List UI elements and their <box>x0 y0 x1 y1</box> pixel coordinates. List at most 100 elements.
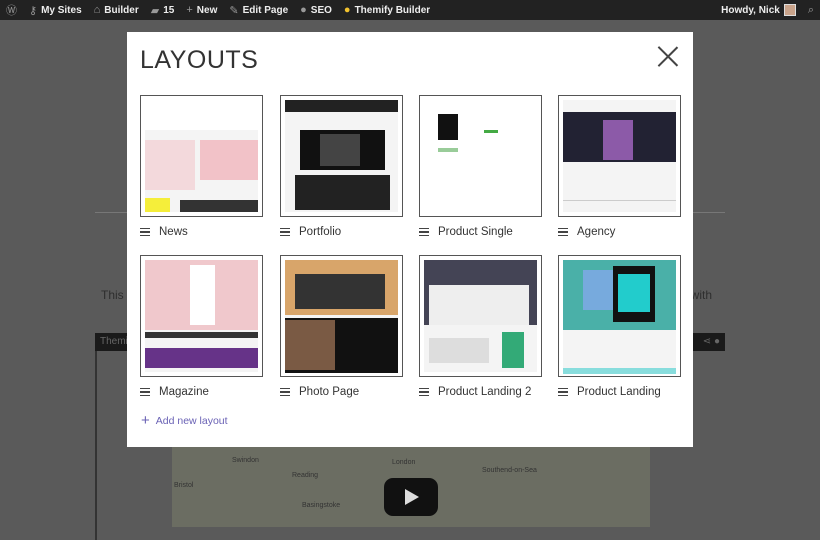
layout-thumbnail[interactable] <box>140 95 263 217</box>
thumbnail-block <box>145 332 258 338</box>
thumbnail-block <box>438 114 458 140</box>
layout-label: Product Landing <box>577 386 661 398</box>
map-label: Reading <box>292 472 319 479</box>
layout-item-product-single[interactable]: Product Single <box>419 95 543 238</box>
layout-item-product-landing[interactable]: Product Landing <box>558 255 682 398</box>
thumbnail-block <box>145 140 195 190</box>
layout-item-portfolio[interactable]: Portfolio <box>280 95 404 238</box>
layout-label-row: Photo Page <box>280 386 404 398</box>
layout-item-product-landing-2[interactable]: Product Landing 2 <box>419 255 543 398</box>
thumbnail-block <box>145 198 170 212</box>
thumbnail-block <box>484 130 498 133</box>
layout-thumbnail[interactable] <box>419 255 542 377</box>
layout-label: Product Landing 2 <box>438 386 532 398</box>
modal-title: LAYOUTS <box>140 46 259 74</box>
map-label: London <box>392 459 416 466</box>
layout-label: Magazine <box>159 386 209 398</box>
admin-bar-seo[interactable]: ● SEO <box>294 0 338 20</box>
circle-icon: ● <box>300 4 307 16</box>
menu-icon[interactable] <box>280 388 290 396</box>
menu-icon[interactable] <box>558 228 568 236</box>
layout-thumbnail[interactable] <box>280 95 403 217</box>
comment-icon: ▰ <box>150 4 160 17</box>
layout-label-row: Product Landing 2 <box>419 386 543 398</box>
thumbnail-block <box>180 200 258 212</box>
layout-item-photo-page[interactable]: Photo Page <box>280 255 404 398</box>
menu-icon[interactable] <box>419 388 429 396</box>
layout-label-row: News <box>140 226 264 238</box>
layout-thumbnail[interactable] <box>558 255 681 377</box>
admin-bar-comments[interactable]: ▰ 15 <box>145 0 181 20</box>
map-label: Bristol <box>174 482 194 489</box>
layout-thumbnail[interactable] <box>558 95 681 217</box>
key-icon: ⚷ <box>29 4 38 17</box>
menu-icon[interactable] <box>419 228 429 236</box>
thumbnail-block <box>563 368 676 374</box>
admin-bar-wordpress[interactable]: Ⓦ <box>0 0 23 20</box>
layout-thumbnail[interactable] <box>280 255 403 377</box>
admin-bar-label: My Sites <box>41 4 82 16</box>
map-label: Basingstoke <box>302 502 341 509</box>
thumbnail-block <box>618 274 650 312</box>
thumbnail-block <box>190 265 215 325</box>
home-icon: ⌂ <box>93 4 101 16</box>
thumbnail-block <box>603 120 633 160</box>
layout-item-agency[interactable]: Agency <box>558 95 682 238</box>
pencil-icon: ✎ <box>229 4 239 17</box>
thumbnail-block <box>145 348 258 368</box>
thumbnail-block <box>145 100 258 130</box>
thumbnail-block <box>285 100 398 112</box>
thumbnail-block <box>438 148 458 152</box>
close-icon[interactable] <box>657 46 679 68</box>
search-icon: ⌕ <box>807 3 814 16</box>
admin-bar-label: New <box>196 4 218 16</box>
video-play-button <box>384 478 438 516</box>
map-label: Swindon <box>232 457 259 464</box>
plus-icon: + <box>186 4 193 16</box>
column-border <box>95 351 97 540</box>
layouts-modal: LAYOUTS News Portfolio Product Single Agenc… <box>127 32 693 447</box>
layout-thumbnail[interactable] <box>140 255 263 377</box>
admin-bar-account[interactable]: Howdy, Nick <box>715 0 802 20</box>
menu-icon[interactable] <box>280 228 290 236</box>
menu-icon[interactable] <box>558 388 568 396</box>
avatar <box>783 4 796 16</box>
layout-item-magazine[interactable]: Magazine <box>140 255 264 398</box>
thumbnail-block <box>295 274 385 309</box>
admin-bar-label: SEO <box>310 4 332 16</box>
add-new-layout-label: Add new layout <box>155 414 228 427</box>
admin-bar-edit-page[interactable]: ✎ Edit Page <box>223 0 294 20</box>
admin-bar-themify-builder[interactable]: ● Themify Builder <box>338 0 436 20</box>
layout-label-row: Portfolio <box>280 226 404 238</box>
admin-bar: Ⓦ ⚷ My Sites ⌂ Builder ▰ 15 + New ✎ Edit Page… <box>0 0 820 20</box>
share-icon: ⋖ ● <box>702 336 720 347</box>
builder-bar-label: Themi <box>100 336 128 347</box>
wordpress-icon: Ⓦ <box>6 5 17 17</box>
layout-label-row: Product Landing <box>558 386 682 398</box>
menu-icon[interactable] <box>140 388 150 396</box>
themify-icon: ● <box>343 4 351 16</box>
menu-icon[interactable] <box>140 228 150 236</box>
layout-label-row: Product Single <box>419 226 543 238</box>
layout-label-row: Agency <box>558 226 682 238</box>
layout-label: Product Single <box>438 226 513 238</box>
map-label: Southend-on-Sea <box>482 467 537 474</box>
add-new-layout-link[interactable]: + Add new layout <box>141 412 228 429</box>
layout-label: Portfolio <box>299 226 342 238</box>
layout-item-news[interactable]: News <box>140 95 264 238</box>
layout-label: Agency <box>577 226 616 238</box>
layout-thumbnail[interactable] <box>419 95 542 217</box>
plus-icon: + <box>141 412 150 429</box>
admin-bar-builder[interactable]: ⌂ Builder <box>88 0 145 20</box>
thumbnail-block <box>563 200 676 201</box>
admin-bar-search[interactable]: ⌕ <box>802 0 820 20</box>
thumbnail-block <box>295 175 390 210</box>
thumbnail-block <box>502 332 524 368</box>
admin-bar-my-sites[interactable]: ⚷ My Sites <box>23 0 88 20</box>
admin-bar-label: 15 <box>163 4 175 16</box>
admin-bar-label: Builder <box>104 4 139 16</box>
greeting: Howdy, Nick <box>721 4 780 16</box>
thumbnail-block <box>429 338 489 363</box>
admin-bar-new[interactable]: + New <box>180 0 223 20</box>
layout-label-row: Magazine <box>140 386 264 398</box>
